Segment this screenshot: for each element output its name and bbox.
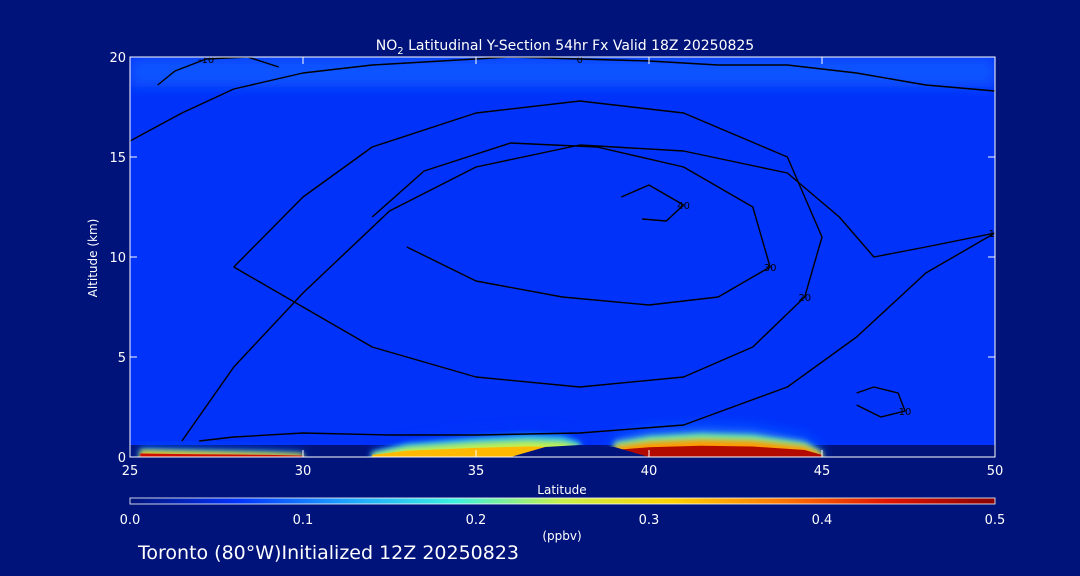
y-tick-label: 10 (109, 251, 126, 266)
x-tick-label: 25 (122, 464, 139, 479)
colorbar-tick-label: 0.3 (639, 513, 660, 528)
colorbar-tick-label: 0.2 (466, 513, 487, 528)
colorbar-tick-label: 0.0 (120, 513, 141, 528)
y-axis-label: Altitude (km) (86, 219, 100, 298)
plot-area: 01020304010-10 (130, 57, 995, 457)
y-tick-label: 5 (118, 351, 126, 366)
y-tick-label: 15 (109, 151, 126, 166)
contour-label: 40 (677, 201, 690, 212)
colorbar-ticks: 0.0 0.1 0.2 0.3 0.4 0.5 (120, 513, 1006, 528)
colorbar-tick-label: 0.1 (293, 513, 314, 528)
x-tick-label: 50 (987, 464, 1004, 479)
colorbar-tick-label: 0.5 (985, 513, 1006, 528)
no2-background-region (130, 57, 995, 445)
chart-stage: NO2 Latitudinal Y-Section 54hr Fx Valid … (0, 0, 1080, 576)
no2-field (130, 57, 995, 445)
colorbar (129, 497, 996, 505)
colorbar-unit: (ppbv) (542, 529, 581, 543)
chart-title: NO2 Latitudinal Y-Section 54hr Fx Valid … (376, 38, 754, 57)
contour-label: 20 (798, 293, 811, 304)
y-tick-label: 20 (109, 51, 126, 66)
contour-label: 10 (899, 407, 912, 418)
x-tick-label: 45 (814, 464, 831, 479)
no2-cross-section-chart: NO2 Latitudinal Y-Section 54hr Fx Valid … (86, 38, 1006, 543)
x-axis-label: Latitude (537, 483, 586, 497)
contour-label: 30 (764, 263, 777, 274)
x-tick-label: 30 (295, 464, 312, 479)
y-tick-label: 0 (118, 451, 126, 466)
colorbar-tick-label: 0.4 (812, 513, 833, 528)
init-info: Toronto (80°W)Initialized 12Z 20250823 (138, 542, 520, 564)
x-tick-label: 35 (468, 464, 485, 479)
x-tick-label: 40 (641, 464, 658, 479)
